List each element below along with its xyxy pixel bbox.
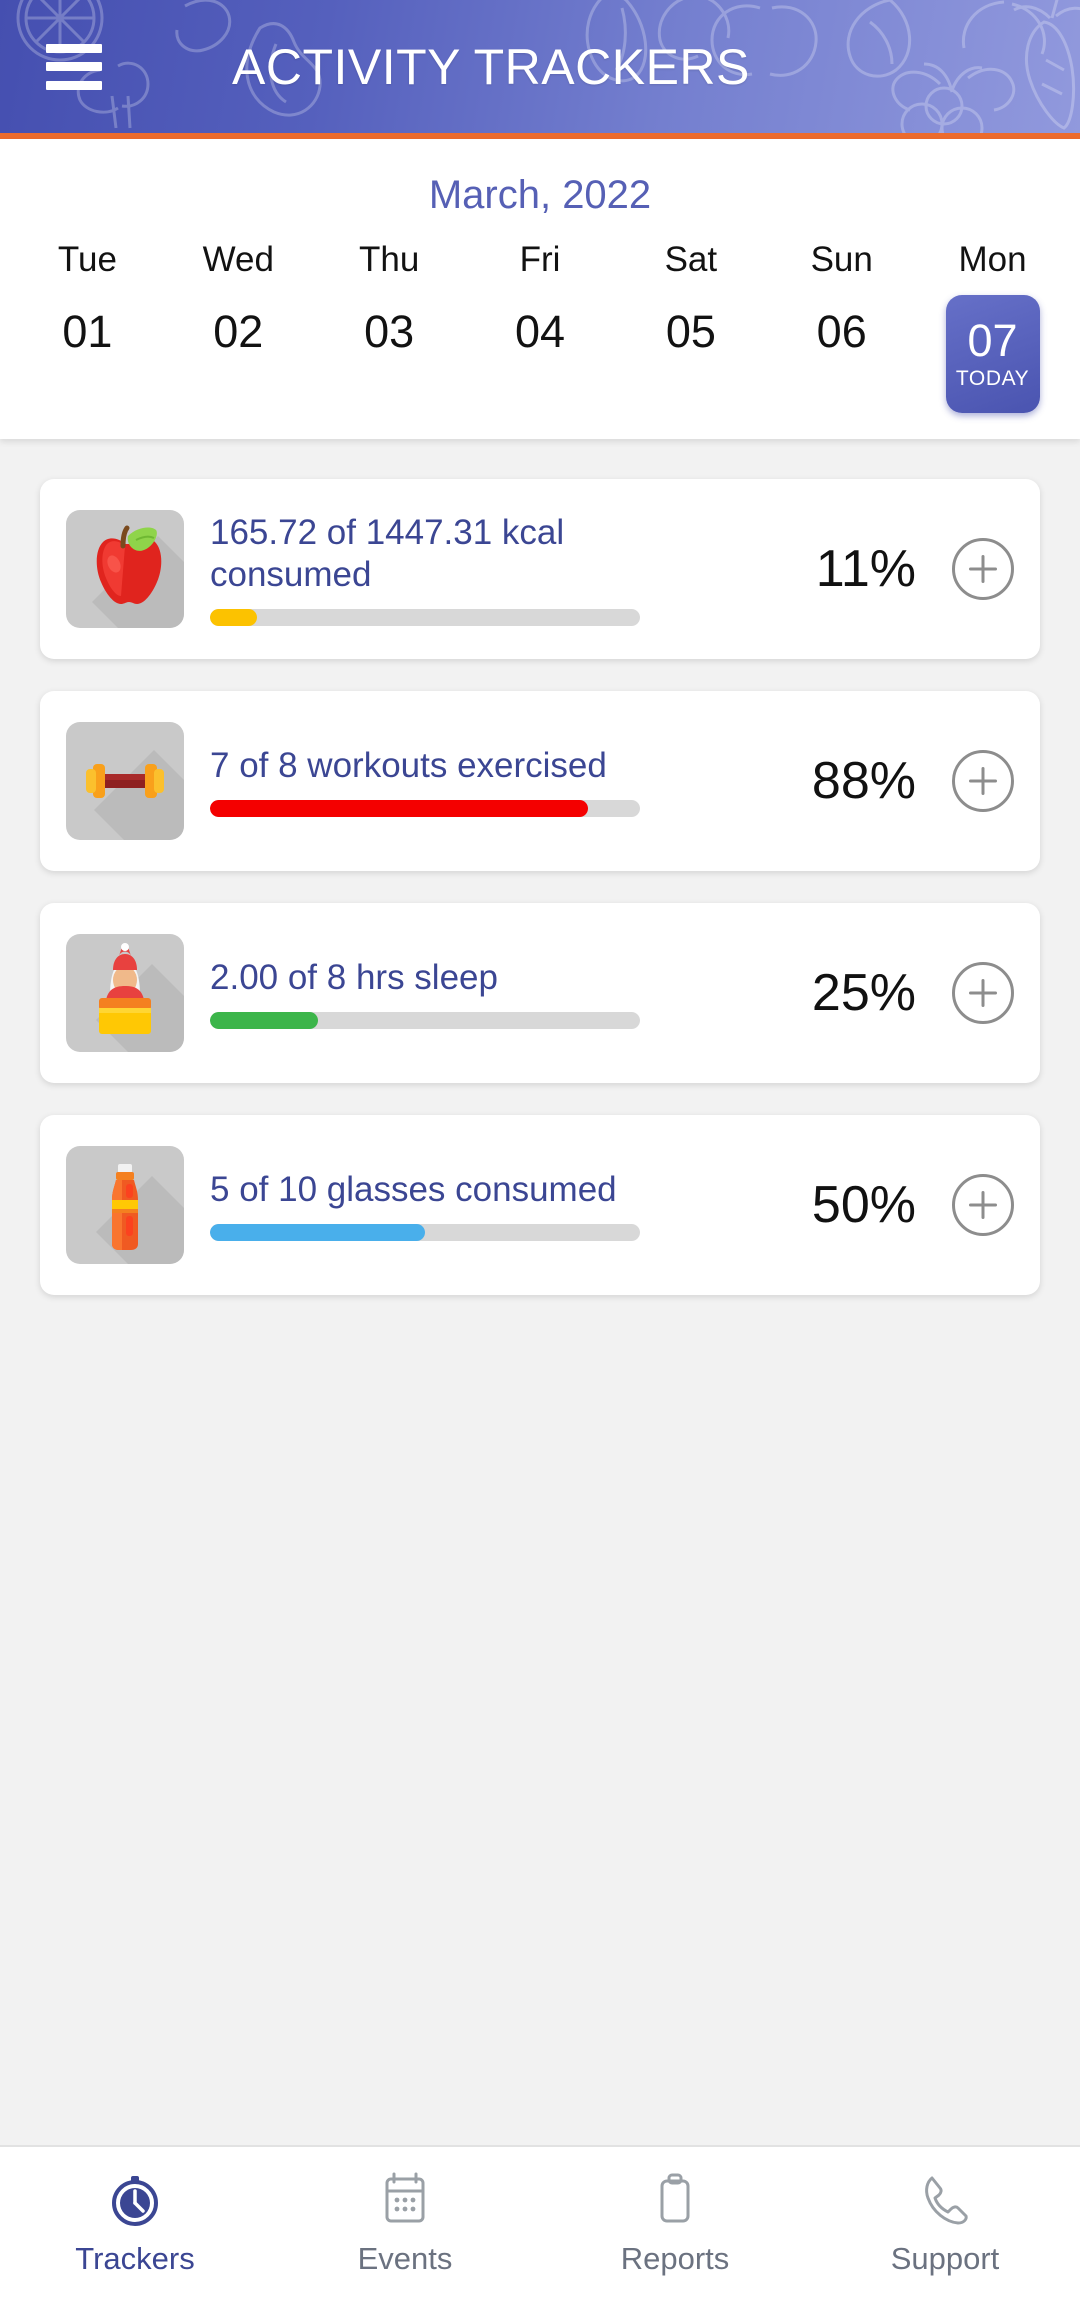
calendar-today-label: TODAY — [955, 366, 1030, 390]
calendar-day-name: Thu — [358, 240, 420, 279]
nav-label: Trackers — [75, 2240, 195, 2276]
add-entry-button[interactable] — [952, 1174, 1014, 1236]
stopwatch-icon — [108, 2171, 162, 2227]
calendar-day-number-wrap: 02 — [163, 307, 314, 417]
tracker-label: 5 of 10 glasses consumed — [210, 1169, 617, 1209]
hamburger-bar — [46, 62, 102, 71]
calendar-day-number: 06 — [816, 306, 867, 357]
tracker-percent: 25% — [811, 964, 916, 1022]
nav-item-events[interactable]: Events — [270, 2171, 540, 2277]
tracker-card-body: 5 of 10 glasses consumed — [184, 1169, 776, 1242]
calendar-day-number-wrap: 04 — [465, 307, 616, 417]
calendar-strip: March, 2022 Tue 01 Wed 02 Thu 03 Fri 04 … — [0, 139, 1080, 439]
add-entry-button[interactable] — [952, 962, 1014, 1024]
calendar-day-name: Tue — [57, 240, 117, 279]
calendar-day-03[interactable]: Thu 03 — [314, 242, 465, 417]
tracker-label: 165.72 of 1447.31 kcal consumed — [210, 513, 565, 594]
calendar-day-number: 03 — [364, 306, 415, 357]
apple-icon — [66, 510, 184, 628]
calendar-day-number-wrap: 05 — [615, 307, 766, 417]
tracker-progress-fill — [210, 1012, 318, 1030]
dumbbell-icon — [66, 722, 184, 840]
tracker-progress-bar — [210, 800, 640, 818]
tracker-progress-bar — [210, 1224, 640, 1242]
tracker-percent: 88% — [811, 752, 916, 810]
tracker-card-sleep[interactable]: 2.00 of 8 hrs sleep 25% — [40, 903, 1040, 1083]
tracker-label: 7 of 8 workouts exercised — [210, 745, 607, 785]
clipboard-icon — [652, 2171, 698, 2227]
add-entry-button[interactable] — [952, 750, 1014, 812]
tracker-progress-bar — [210, 608, 640, 626]
calendar-day-name: Fri — [519, 240, 561, 279]
add-entry-button[interactable] — [952, 538, 1014, 600]
calendar-icon — [379, 2171, 431, 2227]
nav-label: Support — [890, 2240, 1000, 2276]
nav-item-reports[interactable]: Reports — [540, 2171, 810, 2277]
calendar-day-01[interactable]: Tue 01 — [12, 242, 163, 417]
tracker-percent: 50% — [811, 1176, 916, 1234]
hamburger-bar — [46, 43, 102, 53]
activity-tracker-screen: ACTIVITY TRACKERS March, 2022 Tue 01 Wed… — [0, 0, 1080, 2300]
calendar-day-number: 05 — [665, 306, 716, 357]
calendar-day-number-wrap: 03 — [314, 307, 465, 417]
nav-label: Events — [357, 2240, 453, 2276]
tracker-progress-fill — [210, 608, 258, 626]
calendar-day-06[interactable]: Sun 06 — [766, 242, 917, 417]
calendar-day-name: Sat — [664, 240, 718, 279]
tracker-card-body: 165.72 of 1447.31 kcal consumed — [184, 512, 776, 626]
calendar-today-badge: 07 TODAY — [945, 295, 1040, 413]
tracker-card-calories[interactable]: 165.72 of 1447.31 kcal consumed 11% — [40, 479, 1040, 659]
tracker-progress-fill — [210, 800, 589, 818]
calendar-day-name: Mon — [958, 240, 1027, 279]
calendar-day-name: Sun — [810, 240, 873, 279]
app-header: ACTIVITY TRACKERS — [0, 0, 1080, 133]
calendar-day-number: 04 — [514, 306, 566, 357]
nav-item-trackers[interactable]: Trackers — [0, 2171, 270, 2277]
nav-label: Reports — [620, 2240, 730, 2276]
tracker-label: 2.00 of 8 hrs sleep — [210, 957, 498, 997]
tracker-progress-bar — [210, 1012, 640, 1030]
calendar-day-name: Wed — [202, 240, 274, 279]
page-title: ACTIVITY TRACKERS — [232, 38, 750, 95]
tracker-progress-fill — [210, 1224, 425, 1242]
calendar-day-number: 01 — [62, 306, 113, 357]
water-bottle-icon — [66, 1146, 184, 1264]
hamburger-menu-icon[interactable] — [46, 43, 102, 90]
tracker-card-workouts[interactable]: 7 of 8 workouts exercised 88% — [40, 691, 1040, 871]
calendar-month-label: March, 2022 — [428, 173, 652, 217]
calendar-day-04[interactable]: Fri 04 — [465, 242, 616, 417]
phone-icon — [919, 2171, 971, 2227]
tracker-percent: 11% — [815, 540, 916, 598]
calendar-day-05[interactable]: Sat 05 — [615, 242, 766, 417]
tracker-card-list: 165.72 of 1447.31 kcal consumed 11% 7 of… — [0, 439, 1080, 1295]
calendar-day-07-today[interactable]: Mon 07 TODAY — [917, 242, 1068, 417]
tracker-card-body: 7 of 8 workouts exercised — [184, 745, 776, 818]
tracker-card-water[interactable]: 5 of 10 glasses consumed 50% — [40, 1115, 1040, 1295]
sleep-bed-icon — [66, 934, 184, 1052]
nav-item-support[interactable]: Support — [810, 2171, 1080, 2277]
calendar-days-row: Tue 01 Wed 02 Thu 03 Fri 04 Sat 05 Sun 0… — [0, 242, 1080, 417]
calendar-day-number: 02 — [213, 306, 264, 357]
calendar-day-02[interactable]: Wed 02 — [163, 242, 314, 417]
calendar-day-number-wrap: 01 — [12, 307, 163, 417]
hamburger-bar — [46, 80, 102, 90]
calendar-day-number-wrap: 06 — [766, 307, 917, 417]
tracker-card-body: 2.00 of 8 hrs sleep — [184, 957, 776, 1030]
calendar-day-number: 07 — [967, 314, 1018, 366]
bottom-navigation-bar: Trackers Events Reports Support — [0, 2145, 1080, 2300]
